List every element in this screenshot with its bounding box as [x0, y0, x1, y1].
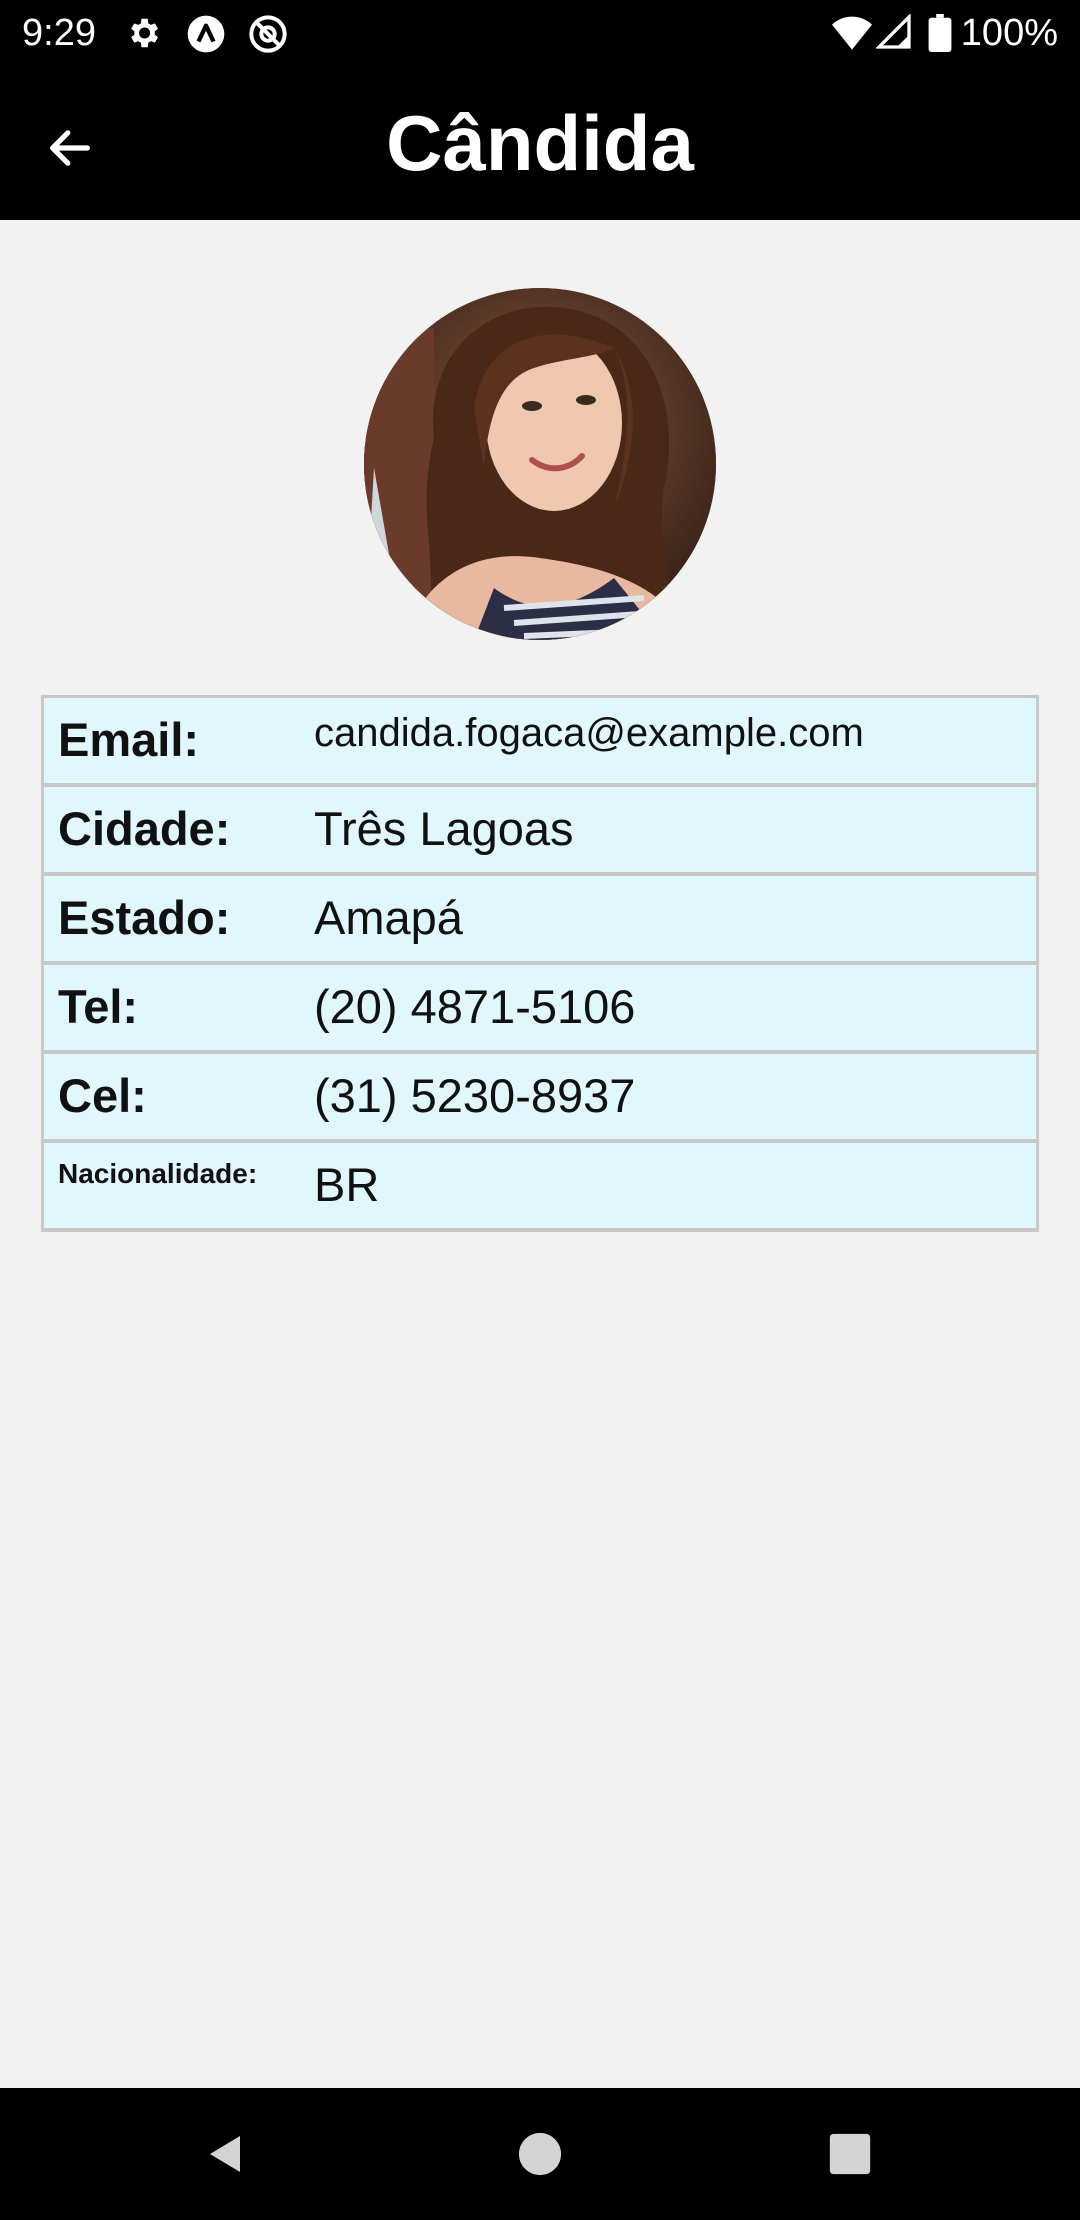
cell-value: (31) 5230-8937: [314, 1069, 636, 1122]
arrow-left-icon: [50, 130, 90, 166]
details-row-nationality: Nacionalidade: BR: [44, 1143, 1036, 1232]
status-bar: 9:29 100%: [0, 0, 1080, 66]
state-label: Estado:: [58, 891, 231, 944]
battery-percentage: 100%: [960, 12, 1058, 54]
status-time: 9:29: [22, 12, 96, 54]
details-row-state: Estado: Amapá: [44, 876, 1036, 965]
gear-icon: [124, 14, 162, 52]
city-value: Três Lagoas: [314, 802, 574, 855]
back-triangle-icon: [210, 2136, 240, 2172]
navigation-bar: [0, 2088, 1080, 2220]
battery-icon: [928, 14, 952, 52]
app-bar: Cândida: [0, 66, 1080, 220]
nationality-value: BR: [314, 1158, 380, 1211]
state-value: Amapá: [314, 891, 463, 944]
details-row-email: Email: candida.fogaca@example.com: [44, 698, 1036, 787]
profile-photo: [364, 288, 716, 640]
phone-value: (20) 4871-5106: [314, 980, 636, 1033]
at-sign-icon: [248, 14, 287, 53]
phone-label: Tel:: [58, 980, 139, 1033]
nav-home-button[interactable]: [500, 2114, 580, 2194]
page-title: Cândida: [386, 99, 694, 187]
details-row-phone: Tel: (20) 4871-5106: [44, 965, 1036, 1054]
nav-back-button[interactable]: [186, 2114, 266, 2194]
email-label: Email:: [58, 713, 200, 766]
email-value: candida.fogaca@example.com: [314, 711, 864, 755]
screen: 9:29 100% Cândida Email: candida.fogaca@…: [0, 0, 1080, 2220]
avatar: [364, 288, 716, 640]
nav-recents-button[interactable]: [810, 2114, 890, 2194]
app-a-icon: [186, 14, 225, 53]
city-label: Cidade:: [58, 802, 231, 855]
nationality-label: Nacionalidade:: [58, 1158, 258, 1189]
details-row-city: Cidade: Três Lagoas: [44, 787, 1036, 876]
recents-square-icon: [829, 2133, 871, 2175]
signal-icon: [875, 13, 914, 52]
wifi-icon: [832, 14, 872, 52]
home-circle-icon: [518, 2132, 562, 2176]
details-table: Email: candida.fogaca@example.com Cidade…: [41, 695, 1039, 1232]
details-row-cell: Cel: (31) 5230-8937: [44, 1054, 1036, 1143]
back-button[interactable]: [30, 108, 110, 188]
cell-label: Cel:: [58, 1069, 147, 1122]
